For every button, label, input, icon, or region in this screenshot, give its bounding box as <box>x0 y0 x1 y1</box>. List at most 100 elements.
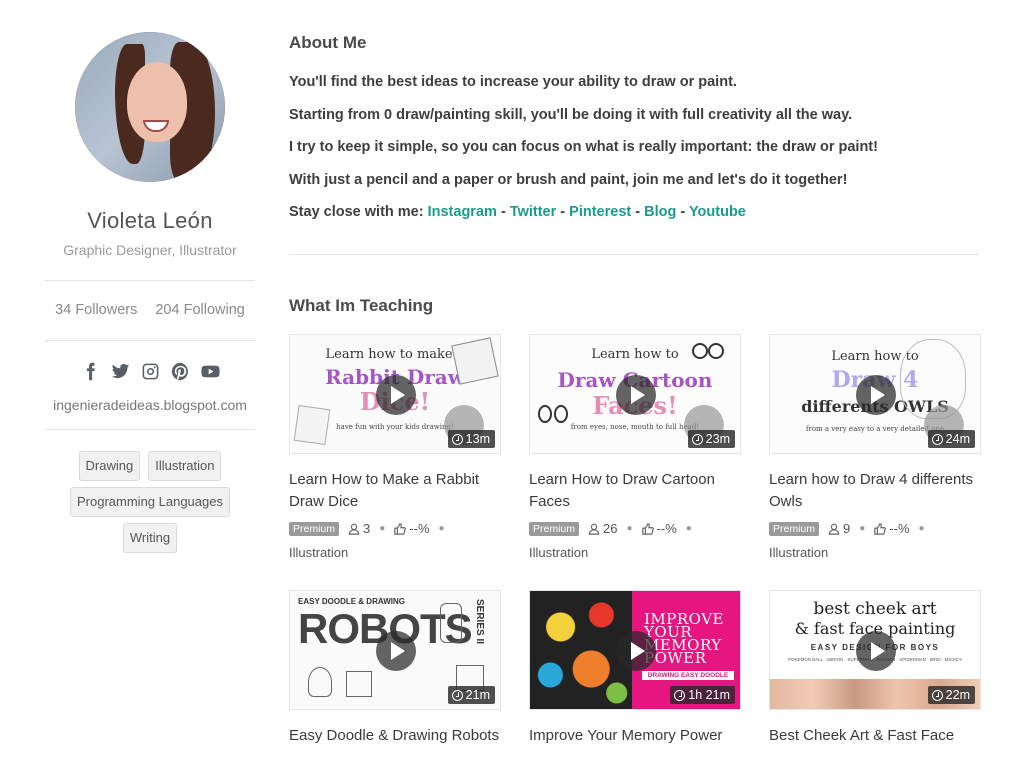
premium-badge: Premium <box>529 521 580 536</box>
social-links <box>45 341 255 391</box>
link-separator: - <box>556 204 570 220</box>
youtube-icon[interactable] <box>200 362 220 381</box>
play-icon[interactable] <box>856 375 896 415</box>
eye-sketch <box>538 405 552 423</box>
course-title[interactable]: Easy Doodle & Drawing Robots <box>289 725 501 747</box>
youtube-link[interactable]: Youtube <box>689 204 746 220</box>
course-thumbnail[interactable]: Learn how to Draw Cartoon Faces! from ey… <box>529 334 741 454</box>
avatar[interactable] <box>75 32 225 182</box>
course-meta: Premium 26 ● --% ● <box>529 521 741 536</box>
follow-stats: 34 Followers 204 Following <box>45 281 255 340</box>
thumb-text: best cheek art <box>813 599 937 619</box>
clock-icon <box>451 689 463 701</box>
about-line: With just a pencil and a paper or brush … <box>289 171 848 188</box>
dice-sketch <box>293 404 331 446</box>
course-category[interactable]: Illustration <box>289 545 501 560</box>
course-category[interactable]: Illustration <box>769 545 981 560</box>
profile-name: Violeta León <box>87 208 213 233</box>
about-line: Starting from 0 draw/painting skill, you… <box>289 106 853 123</box>
duration-text: 13m <box>465 432 490 446</box>
skill-tags: Drawing Illustration Programming Languag… <box>45 430 255 553</box>
course-title[interactable]: Learn How to Make a Rabbit Draw Dice <box>289 469 501 513</box>
course-thumbnail[interactable]: EASY DOODLE & DRAWING ROBOTS SERIES II 2… <box>289 590 501 710</box>
robot-sketch <box>346 671 372 697</box>
course-title[interactable]: Best Cheek Art & Fast Face <box>769 725 981 747</box>
profile-sidebar: Violeta León Graphic Designer, Illustrat… <box>45 32 255 553</box>
students-count: 3 <box>348 521 370 536</box>
instagram-link[interactable]: Instagram <box>428 204 497 220</box>
clock-icon <box>931 689 943 701</box>
duration-text: 22m <box>945 688 970 702</box>
course-thumbnail[interactable]: Learn how to Draw 4 differents OWLS from… <box>769 334 981 454</box>
course-card[interactable]: Learn how to make a Rabbit Draw Dice! ha… <box>289 334 501 560</box>
clock-icon <box>674 689 686 701</box>
pinterest-link[interactable]: Pinterest <box>569 204 631 220</box>
user-icon <box>828 523 840 535</box>
tag-programming-languages[interactable]: Programming Languages <box>70 487 230 517</box>
play-icon[interactable] <box>856 631 896 671</box>
duration-text: 21m <box>465 688 490 702</box>
following-link[interactable]: 204 Following <box>155 302 244 318</box>
facebook-icon[interactable] <box>81 362 100 381</box>
play-icon[interactable] <box>376 375 416 415</box>
course-card[interactable]: best cheek art & fast face painting EASY… <box>769 590 981 747</box>
tag-illustration[interactable]: Illustration <box>148 451 222 481</box>
rating: --% <box>874 521 910 536</box>
course-meta: Premium 3 ● --% ● <box>289 521 501 536</box>
play-icon[interactable] <box>616 375 656 415</box>
play-icon[interactable] <box>376 631 416 671</box>
blog-link[interactable]: Blog <box>644 204 676 220</box>
duration-text: 23m <box>705 432 730 446</box>
twitter-link[interactable]: Twitter <box>510 204 556 220</box>
play-icon[interactable] <box>616 631 656 671</box>
twitter-icon[interactable] <box>111 362 130 381</box>
eye-sketch <box>708 343 724 359</box>
thumb-text: SERIES II <box>474 599 485 645</box>
about-heading: About Me <box>289 33 367 52</box>
eye-sketch <box>554 405 568 423</box>
course-card[interactable]: EASY DOODLE & DRAWING ROBOTS SERIES II 2… <box>289 590 501 747</box>
about-line: You'll find the best ideas to increase y… <box>289 74 737 90</box>
thumbs-up-icon <box>874 522 887 535</box>
user-icon <box>588 523 600 535</box>
course-category[interactable]: Illustration <box>529 545 741 560</box>
duration-badge: 22m <box>927 686 975 704</box>
duration-badge: 23m <box>687 430 735 448</box>
course-title[interactable]: Learn how to Draw 4 differents Owls <box>769 469 981 513</box>
followers-link[interactable]: 34 Followers <box>55 302 137 318</box>
link-separator: - <box>676 204 689 220</box>
eye-sketch <box>692 343 708 359</box>
course-title[interactable]: Learn How to Draw Cartoon Faces <box>529 469 741 513</box>
divider <box>289 254 979 255</box>
course-card[interactable]: Learn how to Draw 4 differents OWLS from… <box>769 334 981 560</box>
course-thumbnail[interactable]: IMPROVE YOUR MEMORY POWER DRAWING EASY D… <box>529 590 741 710</box>
robot-sketch <box>440 603 462 643</box>
course-thumbnail[interactable]: best cheek art & fast face painting EASY… <box>769 590 981 710</box>
duration-text: 24m <box>945 432 970 446</box>
website-link[interactable]: ingenieradeideas.blogspot.com <box>45 391 255 429</box>
premium-badge: Premium <box>289 521 340 536</box>
thumbs-up-icon <box>394 522 407 535</box>
instagram-icon[interactable] <box>141 362 160 381</box>
user-icon <box>348 523 360 535</box>
duration-badge: 13m <box>447 430 495 448</box>
duration-badge: 1h 21m <box>670 686 735 704</box>
rating: --% <box>394 521 430 536</box>
robot-sketch <box>308 667 332 697</box>
rating: --% <box>641 521 677 536</box>
clock-icon <box>691 433 703 445</box>
clock-icon <box>931 433 943 445</box>
tag-writing[interactable]: Writing <box>122 523 178 553</box>
duration-badge: 24m <box>927 430 975 448</box>
stay-close-label: Stay close with me: <box>289 204 428 220</box>
premium-badge: Premium <box>769 521 820 536</box>
profile-title: Graphic Designer, Illustrator <box>63 242 237 258</box>
course-title[interactable]: Improve Your Memory Power <box>529 725 741 747</box>
about-text: You'll find the best ideas to increase y… <box>289 72 979 235</box>
pinterest-icon[interactable] <box>171 362 190 381</box>
course-thumbnail[interactable]: Learn how to make a Rabbit Draw Dice! ha… <box>289 334 501 454</box>
course-card[interactable]: IMPROVE YOUR MEMORY POWER DRAWING EASY D… <box>529 590 741 747</box>
course-card[interactable]: Learn how to Draw Cartoon Faces! from ey… <box>529 334 741 560</box>
stay-close-line: Stay close with me: Instagram - Twitter … <box>289 202 979 222</box>
tag-drawing[interactable]: Drawing <box>78 451 141 481</box>
